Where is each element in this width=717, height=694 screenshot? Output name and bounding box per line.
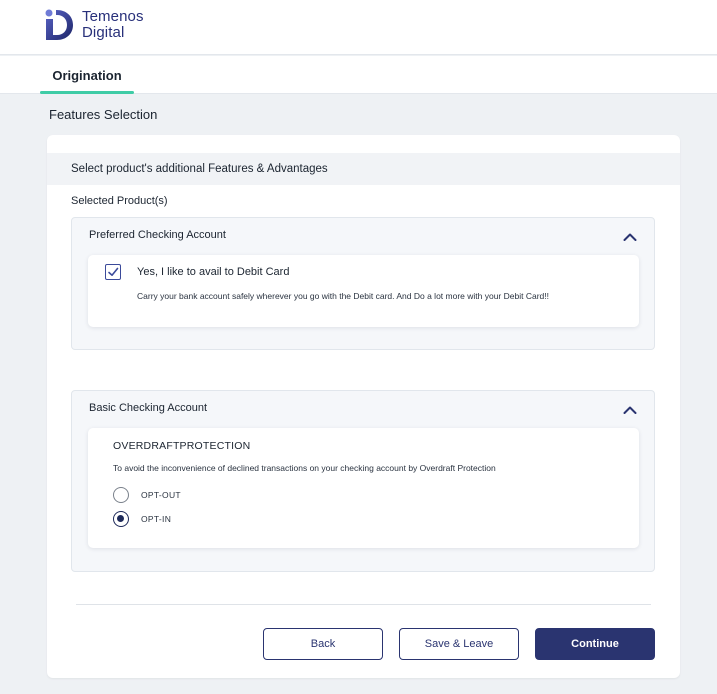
- tab-bar: Origination: [0, 56, 717, 94]
- card-header: Select product's additional Features & A…: [47, 153, 680, 185]
- tab-origination[interactable]: Origination: [40, 56, 134, 94]
- save-leave-button[interactable]: Save & Leave: [399, 628, 519, 660]
- overdraft-description: To avoid the inconvenience of declined t…: [113, 463, 496, 473]
- opt-out-label: OPT-OUT: [141, 490, 181, 500]
- brand-logo[interactable]: Temenos Digital: [45, 9, 144, 41]
- brand-name: Temenos Digital: [82, 9, 144, 41]
- overdraft-title: OVERDRAFTPROTECTION: [113, 440, 251, 452]
- brand-line1: Temenos: [82, 8, 144, 25]
- checkmark-icon: [108, 267, 119, 276]
- brand-line2: Digital: [82, 24, 125, 41]
- opt-out-radio-option[interactable]: OPT-OUT: [113, 487, 181, 503]
- opt-out-radio[interactable]: [113, 487, 129, 503]
- top-bar: Temenos Digital: [0, 0, 717, 55]
- debit-card-option: Yes, I like to avail to Debit Card Carry…: [88, 255, 639, 327]
- divider: [76, 604, 651, 605]
- continue-button[interactable]: Continue: [535, 628, 655, 660]
- product-panel-basic-checking: Basic Checking Account OVERDRAFTPROTECTI…: [71, 390, 655, 572]
- opt-in-radio-option[interactable]: OPT-IN: [113, 511, 171, 527]
- page-title: Features Selection: [49, 107, 158, 122]
- temenos-logo-icon: [45, 9, 73, 40]
- product-title: Basic Checking Account: [89, 402, 208, 414]
- chevron-up-icon[interactable]: [623, 405, 637, 415]
- back-button[interactable]: Back: [263, 628, 383, 660]
- debit-card-description: Carry your bank account safely wherever …: [137, 291, 549, 301]
- opt-in-radio[interactable]: [113, 511, 129, 527]
- product-panel-preferred-checking: Preferred Checking Account Yes, I like t…: [71, 217, 655, 350]
- product-title: Preferred Checking Account: [89, 229, 226, 241]
- chevron-up-icon[interactable]: [623, 232, 637, 242]
- debit-card-title: Yes, I like to avail to Debit Card: [137, 266, 290, 278]
- overdraft-option: OVERDRAFTPROTECTION To avoid the inconve…: [88, 428, 639, 548]
- features-card: Select product's additional Features & A…: [47, 135, 680, 678]
- debit-card-checkbox[interactable]: [105, 264, 121, 280]
- selected-products-label: Selected Product(s): [71, 195, 168, 207]
- opt-in-label: OPT-IN: [141, 514, 172, 524]
